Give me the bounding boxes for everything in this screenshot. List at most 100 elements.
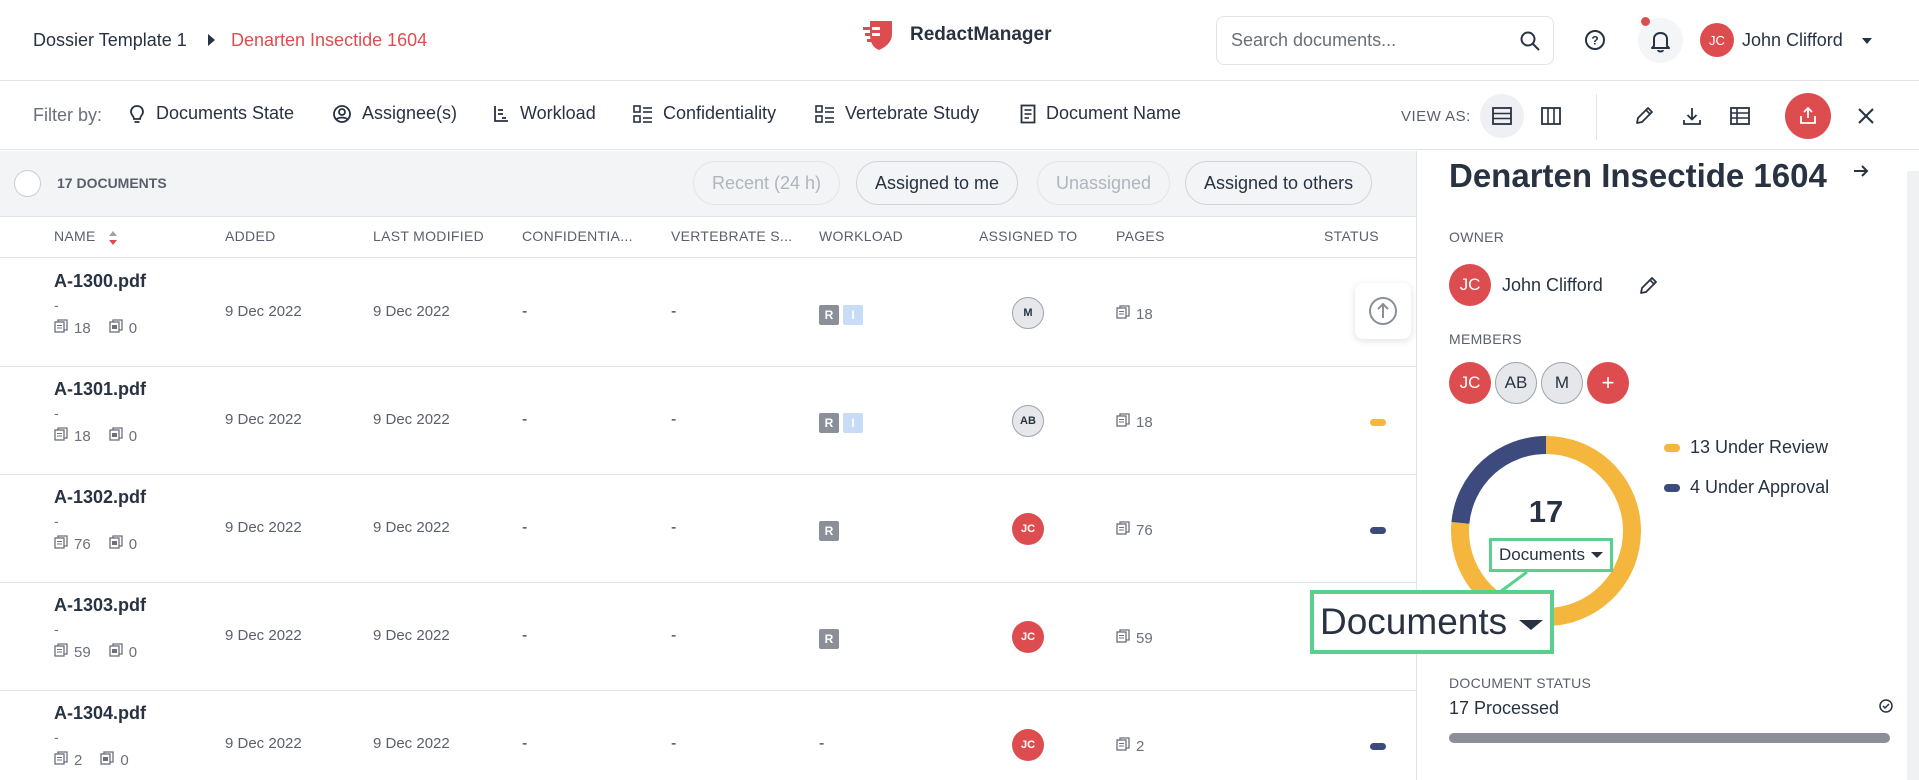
document-name[interactable]: A-1301.pdf — [54, 379, 146, 400]
top-header: Dossier Template 1 Denarten Insectide 16… — [0, 0, 1919, 81]
meta-annotations: 0 — [128, 643, 138, 661]
filter-documents-state[interactable]: Documents State — [128, 103, 294, 124]
filter-vertebrate-study[interactable]: Vertebrate Study — [815, 103, 979, 124]
workload-badges: RI — [819, 305, 863, 325]
column-header-name[interactable]: NAME — [54, 228, 96, 244]
download-icon — [1683, 108, 1701, 125]
redaction-badge: R — [819, 413, 839, 433]
meta-annotations: 0 — [128, 427, 138, 445]
user-menu-chevron-icon[interactable] — [1862, 38, 1872, 44]
search-box[interactable] — [1216, 16, 1554, 65]
search-input[interactable] — [1231, 30, 1501, 51]
add-member-button[interactable]: + — [1587, 362, 1629, 404]
vertebrate-study-value: - — [671, 411, 677, 428]
quick-filter-recent[interactable]: Recent (24 h) — [693, 161, 841, 205]
vertebrate-study-value: - — [671, 627, 677, 644]
quick-filter-unassigned[interactable]: Unassigned — [1037, 161, 1171, 205]
close-button[interactable] — [1846, 96, 1886, 136]
document-icon — [1020, 104, 1036, 123]
edit-owner-pencil-icon[interactable] — [1637, 275, 1659, 302]
document-name[interactable]: A-1300.pdf — [54, 271, 146, 292]
pages-cell: 59 — [1116, 629, 1153, 647]
app-logo[interactable]: RedactManager — [862, 18, 1052, 52]
table-row[interactable]: A-1302.pdf -76 0 9 Dec 2022 9 Dec 2022- - R JC 7… — [0, 475, 1416, 583]
view-as-label: VIEW AS: — [1401, 108, 1471, 125]
meta-pages: 18 — [74, 319, 91, 337]
member-avatar[interactable]: M — [1541, 362, 1583, 404]
filter-confidentiality[interactable]: Confidentiality — [633, 103, 776, 124]
column-header-pages[interactable]: PAGES — [1116, 228, 1165, 244]
edit-dossier-button[interactable] — [1624, 96, 1664, 136]
annotations-icon — [109, 643, 123, 661]
filter-workload[interactable]: Workload — [492, 103, 596, 124]
breadcrumb-dossier-template[interactable]: Dossier Template 1 — [33, 30, 187, 51]
select-all-checkbox[interactable] — [14, 170, 41, 197]
redaction-badge: R — [819, 521, 839, 541]
meta-pages: 18 — [74, 427, 91, 445]
legend-item-under-review[interactable]: 13 Under Review — [1664, 437, 1828, 458]
breadcrumb-dossier[interactable]: Denarten Insectide 1604 — [231, 30, 427, 51]
breadcrumb-separator-icon — [208, 34, 215, 46]
table-row[interactable]: A-1300.pdf -18 0 9 Dec 2022 9 Dec 2022- - R I M 1… — [0, 259, 1416, 367]
table-row[interactable]: A-1301.pdf -18 0 9 Dec 2022 9 Dec 2022- - R I AB… — [0, 367, 1416, 475]
column-header-vertebrate-study[interactable]: VERTEBRATE S... — [671, 228, 792, 244]
quick-filter-assigned-to-others[interactable]: Assigned to others — [1185, 161, 1373, 205]
document-subtitle: - — [54, 405, 59, 421]
collapse-panel-icon[interactable] — [1851, 161, 1871, 186]
document-name[interactable]: A-1302.pdf — [54, 487, 146, 508]
documents-count: 17 DOCUMENTS — [57, 175, 167, 191]
pages-cell: 18 — [1116, 305, 1153, 323]
document-subtitle: - — [54, 621, 59, 637]
member-avatar[interactable]: JC — [1449, 362, 1491, 404]
view-list-button[interactable] — [1480, 94, 1524, 138]
user-avatar[interactable]: JC — [1700, 23, 1734, 57]
filter-bar: Filter by: Documents State Assignee(s) W… — [0, 82, 1919, 150]
legend-item-under-approval[interactable]: 4 Under Approval — [1664, 477, 1829, 498]
assignee-avatar[interactable]: AB — [1012, 405, 1044, 437]
annotations-icon — [109, 319, 123, 337]
workload-badges: R — [819, 521, 839, 541]
column-header-workload[interactable]: WORKLOAD — [819, 228, 903, 244]
export-button[interactable] — [1785, 93, 1831, 139]
column-header-added[interactable]: ADDED — [225, 228, 276, 244]
pencil-icon — [1636, 107, 1653, 124]
column-header-assigned-to[interactable]: ASSIGNED TO — [979, 228, 1077, 244]
scroll-to-top-button[interactable] — [1355, 283, 1411, 339]
donut-type-selector[interactable]: Documents — [1489, 538, 1613, 572]
member-avatar[interactable]: AB — [1495, 362, 1537, 404]
assignee-avatar[interactable]: M — [1012, 297, 1044, 329]
document-name[interactable]: A-1304.pdf — [54, 703, 146, 724]
modified-date: 9 Dec 2022 — [373, 627, 450, 644]
assignee-avatar[interactable]: JC — [1012, 513, 1044, 545]
meta-annotations: 0 — [120, 751, 129, 769]
document-name[interactable]: A-1303.pdf — [54, 595, 146, 616]
column-header-status[interactable]: STATUS — [1324, 228, 1379, 244]
pages-icon — [1116, 737, 1130, 755]
assignee-avatar[interactable]: JC — [1012, 729, 1044, 761]
filter-assignees[interactable]: Assignee(s) — [332, 103, 457, 124]
document-status-value: 17 Processed — [1449, 698, 1560, 718]
user-name[interactable]: John Clifford — [1742, 30, 1843, 51]
panel-scrollbar[interactable] — [1907, 171, 1919, 780]
image-badge: I — [843, 305, 863, 325]
filter-label-document-name: Document Name — [1046, 103, 1182, 123]
sort-icon[interactable] — [108, 230, 118, 246]
dossier-details-panel: Denarten Insectide 1604 OWNER JC John Cl… — [1416, 151, 1919, 780]
view-board-button[interactable] — [1529, 94, 1573, 138]
column-header-last-modified[interactable]: LAST MODIFIED — [373, 228, 484, 244]
column-header-confidentiality[interactable]: CONFIDENTIA... — [522, 228, 633, 244]
download-button[interactable] — [1672, 96, 1712, 136]
reports-button[interactable] — [1720, 96, 1760, 136]
filter-document-name[interactable]: Document Name — [1020, 103, 1181, 124]
table-row[interactable]: A-1303.pdf -59 0 9 Dec 2022 9 Dec 2022- - R JC 5… — [0, 583, 1416, 691]
legend-label: 4 Under Approval — [1690, 477, 1830, 497]
modified-date: 9 Dec 2022 — [373, 303, 450, 320]
document-meta: 18 0 — [54, 427, 137, 445]
confidentiality-value: - — [522, 627, 528, 644]
quick-filter-assigned-to-me[interactable]: Assigned to me — [856, 161, 1019, 205]
search-icon[interactable] — [1519, 30, 1541, 57]
help-icon[interactable]: ? — [1583, 28, 1607, 57]
assignee-avatar[interactable]: JC — [1012, 621, 1044, 653]
dossier-title: Denarten Insectide 1604 — [1449, 157, 1827, 194]
table-row[interactable]: A-1304.pdf -2 0 9 Dec 2022 9 Dec 2022- - - JC 2 — [0, 691, 1416, 780]
